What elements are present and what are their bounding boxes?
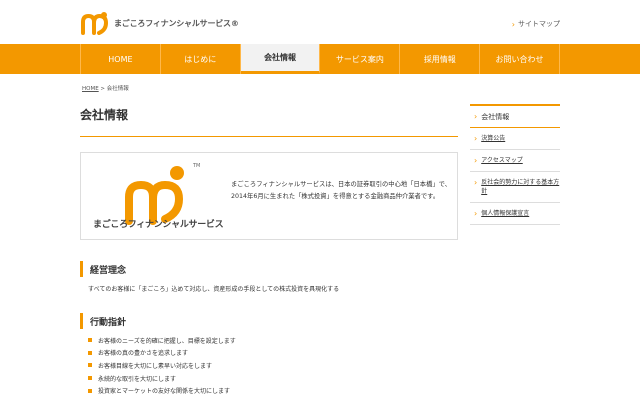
list-item-text: 投資家とマーケットの友好な関係を大切にします (98, 388, 231, 396)
sidebar-item-financial-notice[interactable]: › 決算公告 (470, 128, 560, 150)
sitemap-link[interactable]: › サイトマップ (512, 19, 560, 29)
sidebar-item-label: 個人情報保護宣言 (481, 210, 530, 217)
nav-item-services[interactable]: サービス案内 (320, 44, 401, 74)
list-item: お客様の真の豊かさを追求します (88, 347, 236, 360)
philosophy-heading: 経営理念 (80, 261, 458, 277)
chevron-right-icon: › (474, 209, 478, 218)
site-header: まごころフィナンシャルサービス® › サイトマップ (0, 0, 640, 44)
sidebar: › 会社情報 › 決算公告 › アクセスマップ › 反社会的勢力に対する基本方針… (470, 104, 560, 225)
chevron-right-icon: › (474, 178, 478, 187)
bullet-square-icon (88, 350, 92, 355)
sidebar-item-label: 決算公告 (481, 135, 506, 142)
list-item: お客様目線を大切にし素早い対応をします (88, 359, 236, 372)
company-description: まごころフィナンシャルサービスは、日本の証券取引の中心地「日本橋」で、2014年… (231, 181, 452, 200)
sidebar-item-access-map[interactable]: › アクセスマップ (470, 150, 560, 172)
list-item: 投資家とマーケットの友好な関係を大切にします (88, 384, 236, 397)
chevron-right-icon: › (511, 19, 515, 29)
bullet-square-icon (88, 338, 92, 343)
action-guidelines-list: お客様のニーズを的確に把握し、目標を設定します お客様の真の豊かさを追求します … (88, 334, 236, 397)
list-item-text: 永続的な取引を大切にします (98, 375, 177, 383)
list-item-text: お客様目線を大切にし素早い対応をします (98, 362, 213, 370)
chevron-right-icon: › (474, 156, 478, 165)
philosophy-text: すべてのお客様に「まごころ」込めて対応し、資産形成の手段としての株式投資を具現化… (88, 286, 340, 293)
sidebar-heading-company[interactable]: › 会社情報 (470, 104, 560, 128)
nav-item-contact[interactable]: お問い合わせ (480, 44, 560, 74)
global-nav: HOME はじめに 会社情報 サービス案内 採用情報 お問い合わせ (0, 44, 640, 74)
breadcrumb-home-link[interactable]: HOME (82, 86, 99, 92)
title-divider (80, 136, 458, 137)
bullet-square-icon (88, 363, 92, 368)
sidebar-heading-label: 会社情報 (481, 112, 510, 121)
nav-item-recruit[interactable]: 採用情報 (400, 44, 481, 74)
nav-item-introduction[interactable]: はじめに (161, 44, 241, 74)
logo-text: まごころフィナンシャルサービス® (114, 18, 239, 28)
company-logo-text: まごころフィナンシャルサービス (93, 220, 224, 230)
list-item: 永続的な取引を大切にします (88, 372, 236, 385)
list-item: お客様のニーズを的確に把握し、目標を設定します (88, 334, 236, 347)
sidebar-item-label: アクセスマップ (481, 157, 523, 164)
nav-item-company[interactable]: 会社情報 (240, 44, 321, 74)
bullet-square-icon (88, 376, 92, 381)
sidebar-item-privacy-policy[interactable]: › 個人情報保護宣言 (470, 203, 560, 225)
list-item-text: お客様のニーズを的確に把握し、目標を設定します (98, 337, 236, 345)
sidebar-item-antisocial-policy[interactable]: › 反社会的勢力に対する基本方針 (470, 172, 560, 203)
sitemap-label: サイトマップ (518, 20, 560, 28)
company-intro-box: TM まごころフィナンシャルサービス まごころフィナンシャルサービスは、日本の証… (80, 152, 458, 240)
list-item-text: お客様の真の豊かさを追求します (98, 350, 189, 358)
breadcrumb: HOME > 会社情報 (82, 84, 129, 92)
breadcrumb-current: 会社情報 (106, 86, 129, 92)
chevron-right-icon: › (474, 112, 478, 121)
sidebar-item-label: 反社会的勢力に対する基本方針 (481, 179, 560, 195)
action-guidelines-heading: 行動指針 (80, 313, 458, 329)
trademark-mark: TM (193, 163, 201, 169)
logo-mark-icon (81, 12, 109, 35)
bullet-square-icon (88, 388, 92, 393)
chevron-right-icon: › (474, 134, 478, 143)
page-title: 会社情報 (80, 108, 129, 122)
breadcrumb-separator: > (98, 86, 107, 92)
site-logo[interactable]: まごころフィナンシャルサービス® (80, 10, 250, 36)
nav-item-home[interactable]: HOME (80, 44, 161, 74)
